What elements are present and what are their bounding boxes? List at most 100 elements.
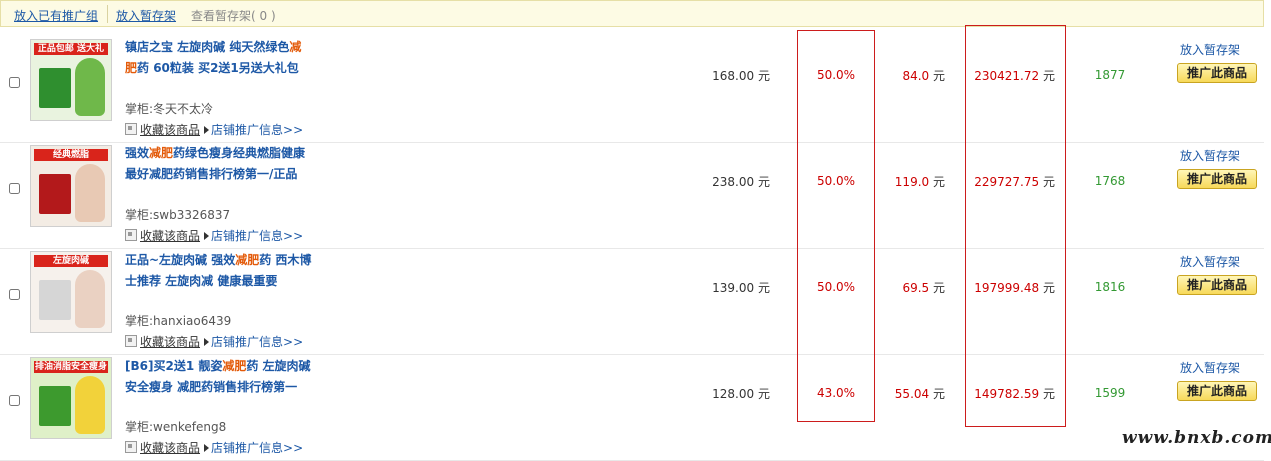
seller-label: 掌柜: [125,208,154,222]
seller-name: wenkefeng8 [153,420,227,434]
commission: 119.0 元 [875,173,945,190]
price-value: 238.00 [712,175,755,189]
title-highlight: 减肥 [149,146,174,160]
favorite-link[interactable]: 收藏该商品 [140,335,200,349]
product-row: 左旋肉碱 正品~左旋肉碱 强效减肥药 西木博士推荐 左旋肉减 健康最重要 掌柜:… [0,248,1264,355]
product-title-link[interactable]: [B6]买2送1 靓姿减肥药 左旋肉碱安全瘦身 减肥药销售排行榜第一 [125,356,313,398]
add-to-stash-link[interactable]: 放入暂存架 [116,7,176,24]
add-to-stash-link[interactable]: 放入暂存架 [1180,253,1240,270]
toolbar-divider [107,5,108,23]
item-actions: 收藏该商品 店铺推广信息>> [125,121,303,138]
seller-label: 掌柜: [125,102,154,116]
model-graphic [75,376,105,434]
item-actions: 收藏该商品 店铺推广信息>> [125,333,303,350]
title-text: 强效 [125,146,150,160]
seller-label: 掌柜: [125,314,154,328]
commission-value: 119.0 [894,175,930,189]
price-value: 139.00 [712,281,755,295]
unit-label: 元 [932,387,945,401]
seller-name: 冬天不太冷 [153,102,214,116]
arrow-right-icon [204,126,210,134]
favorite-link[interactable]: 收藏该商品 [140,229,200,243]
price-value: 168.00 [712,69,755,83]
arrow-right-icon [204,232,210,240]
select-checkbox[interactable] [9,289,20,300]
price: 168.00 元 [690,67,770,84]
product-thumbnail[interactable]: 正品包邮 送大礼包 [30,39,112,121]
commission-value: 69.5 [902,281,930,295]
commission-value: 55.04 [894,387,930,401]
promote-button[interactable]: 推广此商品 [1177,169,1257,189]
favorite-icon [125,229,137,241]
shop-info-link[interactable]: 店铺推广信息>> [211,335,303,349]
product-row: 排油消脂安全瘦身 [B6]买2送1 靓姿减肥药 左旋肉碱安全瘦身 减肥药销售排行… [0,354,1264,461]
favorite-link[interactable]: 收藏该商品 [140,441,200,455]
promote-button[interactable]: 推广此商品 [1177,381,1257,401]
product-box-graphic [39,280,71,320]
shop-info-link[interactable]: 店铺推广信息>> [211,123,303,137]
title-text: [B6]买2送1 靓姿 [125,359,223,373]
product-row: 正品包邮 送大礼包 镇店之宝 左旋肉碱 纯天然绿色减肥药 60粒装 买2送1另送… [0,36,1264,143]
unit-label: 元 [757,69,770,83]
thumbnail-tag: 正品包邮 送大礼包 [34,43,108,55]
select-checkbox[interactable] [9,395,20,406]
promote-button[interactable]: 推广此商品 [1177,63,1257,83]
sales-volume: 1877 [1094,68,1126,82]
unit-label: 元 [932,69,945,83]
unit-label: 元 [757,175,770,189]
select-checkbox[interactable] [9,183,20,194]
unit-label: 元 [932,281,945,295]
arrow-right-icon [204,444,210,452]
product-thumbnail[interactable]: 左旋肉碱 [30,251,112,333]
product-title-link[interactable]: 强效减肥药绿色瘦身经典燃脂健康最好减肥药销售排行榜第一/正品 [125,143,313,185]
shop-info-link[interactable]: 店铺推广信息>> [211,229,303,243]
shop-info-link[interactable]: 店铺推广信息>> [211,441,303,455]
arrow-right-icon [204,338,210,346]
view-stash-text: 查看暂存架( 0 ) [191,9,276,23]
select-checkbox[interactable] [9,77,20,88]
seller-name: swb3326837 [153,208,231,222]
thumbnail-tag: 经典燃脂 [34,149,108,161]
seller-info: 掌柜:swb3326837 [125,206,230,223]
highlight-sales-column [965,25,1066,427]
unit-label: 元 [757,281,770,295]
model-graphic [75,58,105,116]
thumbnail-tag: 排油消脂安全瘦身 [34,361,108,373]
product-thumbnail[interactable]: 经典燃脂 [30,145,112,227]
favorite-link[interactable]: 收藏该商品 [140,123,200,137]
add-to-group-link[interactable]: 放入已有推广组 [14,7,98,24]
item-actions: 收藏该商品 店铺推广信息>> [125,227,303,244]
product-title-link[interactable]: 正品~左旋肉碱 强效减肥药 西木博士推荐 左旋肉减 健康最重要 [125,250,313,292]
product-box-graphic [39,174,71,214]
title-highlight: 减肥 [235,253,260,267]
price: 139.00 元 [690,279,770,296]
add-to-stash-link[interactable]: 放入暂存架 [1180,41,1240,58]
toolbar: 放入已有推广组 放入暂存架 查看暂存架( 0 ) [0,0,1264,27]
seller-name: hanxiao6439 [153,314,232,328]
add-to-stash-link[interactable]: 放入暂存架 [1180,147,1240,164]
thumbnail-tag: 左旋肉碱 [34,255,108,267]
product-box-graphic [39,386,71,426]
commission: 55.04 元 [875,385,945,402]
product-box-graphic [39,68,71,108]
price: 128.00 元 [690,385,770,402]
seller-info: 掌柜:wenkefeng8 [125,418,226,435]
sales-volume: 1599 [1094,386,1126,400]
product-title-link[interactable]: 镇店之宝 左旋肉碱 纯天然绿色减肥药 60粒装 买2送1另送大礼包 [125,37,313,79]
model-graphic [75,270,105,328]
unit-label: 元 [757,387,770,401]
commission-value: 84.0 [902,69,930,83]
title-text: 药 60粒装 买2送1另送大礼包 [137,61,299,75]
product-thumbnail[interactable]: 排油消脂安全瘦身 [30,357,112,439]
favorite-icon [125,123,137,135]
add-to-stash-link[interactable]: 放入暂存架 [1180,359,1240,376]
model-graphic [75,164,105,222]
unit-label: 元 [932,175,945,189]
watermark: www.bnxb.com [1122,428,1271,448]
seller-info: 掌柜:hanxiao6439 [125,312,231,329]
promote-button[interactable]: 推广此商品 [1177,275,1257,295]
sales-volume: 1768 [1094,174,1126,188]
title-text: 镇店之宝 左旋肉碱 纯天然绿色 [125,40,290,54]
seller-info: 掌柜:冬天不太冷 [125,100,213,117]
highlight-rate-column [797,30,875,422]
